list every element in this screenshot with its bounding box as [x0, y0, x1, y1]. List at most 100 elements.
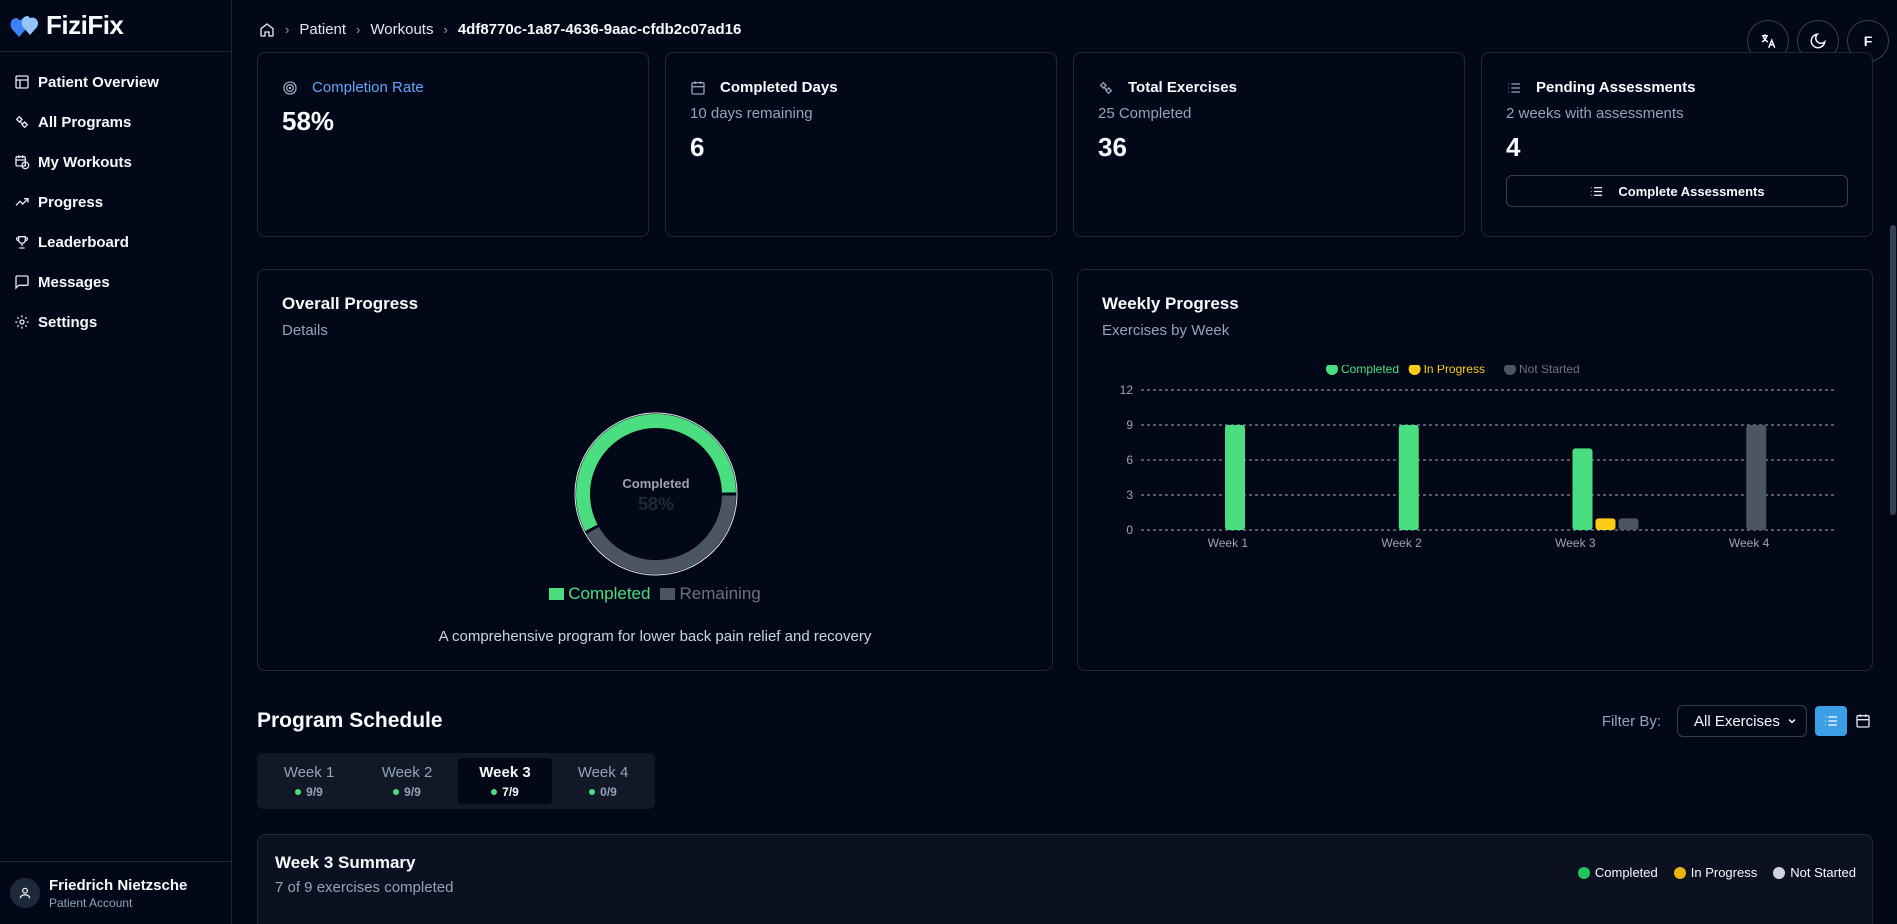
user-name: Friedrich Nietzsche [49, 876, 188, 894]
y-tick-label: 12 [1120, 383, 1134, 397]
scrollbar[interactable] [1889, 60, 1897, 924]
donut-center-value: 58% [638, 494, 674, 514]
complete-assessments-button[interactable]: Complete Assessments [1506, 175, 1848, 207]
bar-week-4-not-started[interactable] [1746, 425, 1767, 530]
sidebar-item-progress[interactable]: Progress [0, 182, 231, 222]
tab-week-4[interactable]: Week 4 0/9 [556, 758, 650, 804]
list-view-button[interactable] [1815, 706, 1847, 736]
total-exercises-label: Total Exercises [1128, 79, 1237, 96]
legend-item-remaining[interactable]: Remaining [660, 584, 761, 604]
bar-week-3-in-progress[interactable] [1595, 518, 1616, 530]
bar-week-3-completed[interactable] [1572, 448, 1593, 530]
sidebar-item-my-workouts[interactable]: My Workouts [0, 142, 231, 182]
donut-legend: Completed Remaining [258, 584, 1052, 604]
week-tab-count: 9/9 [295, 785, 323, 799]
total-exercises-header: Total Exercises [1098, 79, 1440, 96]
sidebar-item-label: All Programs [38, 113, 132, 131]
week-tab-count-text: 9/9 [404, 784, 421, 799]
filter-bar: Filter By: All Exercises [1602, 705, 1879, 737]
legend-label[interactable]: Not Started [1519, 365, 1580, 376]
tab-week-2[interactable]: Week 2 9/9 [360, 758, 454, 804]
week-tab-label: Week 1 [283, 763, 335, 781]
week-tab-count: 9/9 [393, 785, 421, 799]
completed-days-header: Completed Days [690, 79, 1032, 96]
layout-dashboard-icon [15, 75, 29, 89]
y-tick-label: 0 [1126, 523, 1133, 537]
week-tab-count-text: 7/9 [502, 784, 519, 799]
translate-icon [1761, 34, 1776, 49]
sidebar-item-messages[interactable]: Messages [0, 262, 231, 302]
sidebar-item-label: Settings [38, 313, 98, 331]
sidebar-item-settings[interactable]: Settings [0, 302, 231, 342]
brand[interactable]: FiziFix [0, 0, 231, 52]
total-exercises-value: 36 [1098, 132, 1127, 162]
sidebar-nav: Patient Overview All Programs My Workout… [0, 52, 231, 342]
calendar-icon [1856, 714, 1870, 728]
bar-week-2-completed[interactable] [1398, 425, 1419, 530]
donut-center-label: Completed [622, 476, 689, 491]
chart-legend: Completed In Progress Not Started [1326, 365, 1580, 376]
status-dot [491, 788, 498, 795]
breadcrumb-patient[interactable]: Patient [299, 21, 346, 38]
gear-icon [15, 315, 29, 329]
calendar-icon [691, 80, 705, 95]
x-tick-label: Week 3 [1555, 536, 1596, 550]
legend-item-in-progress: In Progress [1673, 865, 1758, 880]
home-icon[interactable] [259, 22, 275, 38]
legend-swatch-remaining [660, 588, 676, 600]
tab-week-3[interactable]: Week 3 7/9 [458, 758, 552, 804]
scrollbar-thumb[interactable] [1890, 225, 1896, 515]
x-tick-label: Week 1 [1208, 536, 1249, 550]
user-profile[interactable]: Friedrich Nietzsche Patient Account [0, 861, 231, 924]
trending-up-icon [15, 198, 29, 206]
completed-days-label: Completed Days [720, 79, 838, 96]
user-role: Patient Account [49, 895, 133, 910]
calendar-view-button[interactable] [1847, 706, 1879, 736]
breadcrumb-workouts[interactable]: Workouts [370, 21, 433, 38]
week-tab-label: Week 4 [577, 763, 629, 781]
pending-assessments-card: Pending Assessments 2 weeks with assessm… [1481, 52, 1873, 237]
sidebar-item-patient-overview[interactable]: Patient Overview [0, 62, 231, 102]
legend-item-completed: Completed [1577, 865, 1658, 880]
calendar-clock-icon [15, 155, 30, 170]
filter-label: Filter By: [1601, 712, 1661, 730]
filter-select-value: All Exercises [1694, 712, 1780, 730]
completion-rate-label: Completion Rate [312, 79, 424, 96]
breadcrumb: › Patient › Workouts › 4df8770c-1a87-463… [259, 21, 741, 38]
app-name: FiziFix [46, 10, 124, 40]
week-tab-count: 7/9 [491, 785, 519, 799]
moon-icon [1810, 33, 1826, 49]
legend-label: In Progress [1690, 865, 1758, 880]
legend-dot-not-started [1504, 365, 1516, 375]
sidebar-item-label: Patient Overview [38, 73, 159, 91]
y-tick-label: 3 [1126, 488, 1133, 502]
week-tab-count-text: 0/9 [600, 784, 617, 799]
legend-label[interactable]: Completed [1341, 365, 1399, 376]
legend-label: Not Started [1790, 865, 1856, 880]
bar-week-1-completed[interactable] [1225, 425, 1245, 530]
legend-item-completed[interactable]: Completed [549, 584, 650, 604]
sidebar-item-label: Progress [38, 193, 104, 211]
legend-label: Completed [568, 584, 651, 603]
logo-icon [10, 15, 39, 37]
weekly-progress-title: Weekly Progress [1102, 294, 1239, 313]
y-tick-label: 9 [1126, 418, 1133, 432]
sidebar-item-all-programs[interactable]: All Programs [0, 102, 231, 142]
list-icon [1825, 716, 1837, 726]
sidebar-item-leaderboard[interactable]: Leaderboard [0, 222, 231, 262]
tab-week-1[interactable]: Week 1 9/9 [262, 758, 356, 804]
target-icon [283, 80, 297, 95]
chevron-right-icon: › [285, 22, 290, 37]
legend-dot-not-started [1773, 866, 1786, 879]
legend-label[interactable]: In Progress [1424, 365, 1485, 376]
pending-assessments-header: Pending Assessments [1506, 79, 1848, 96]
sidebar-item-label: Leaderboard [38, 233, 129, 251]
completion-rate-header: Completion Rate [282, 79, 624, 96]
legend-dot-in-progress [1673, 866, 1686, 879]
bar-week-3-not-started[interactable] [1618, 518, 1639, 530]
legend-dot-completed [1577, 866, 1590, 879]
complete-assessments-label: Complete Assessments [1618, 183, 1765, 199]
program-schedule-title: Program Schedule [257, 709, 443, 732]
filter-select[interactable]: All Exercises [1677, 705, 1807, 737]
chevron-down-icon [1788, 718, 1796, 724]
